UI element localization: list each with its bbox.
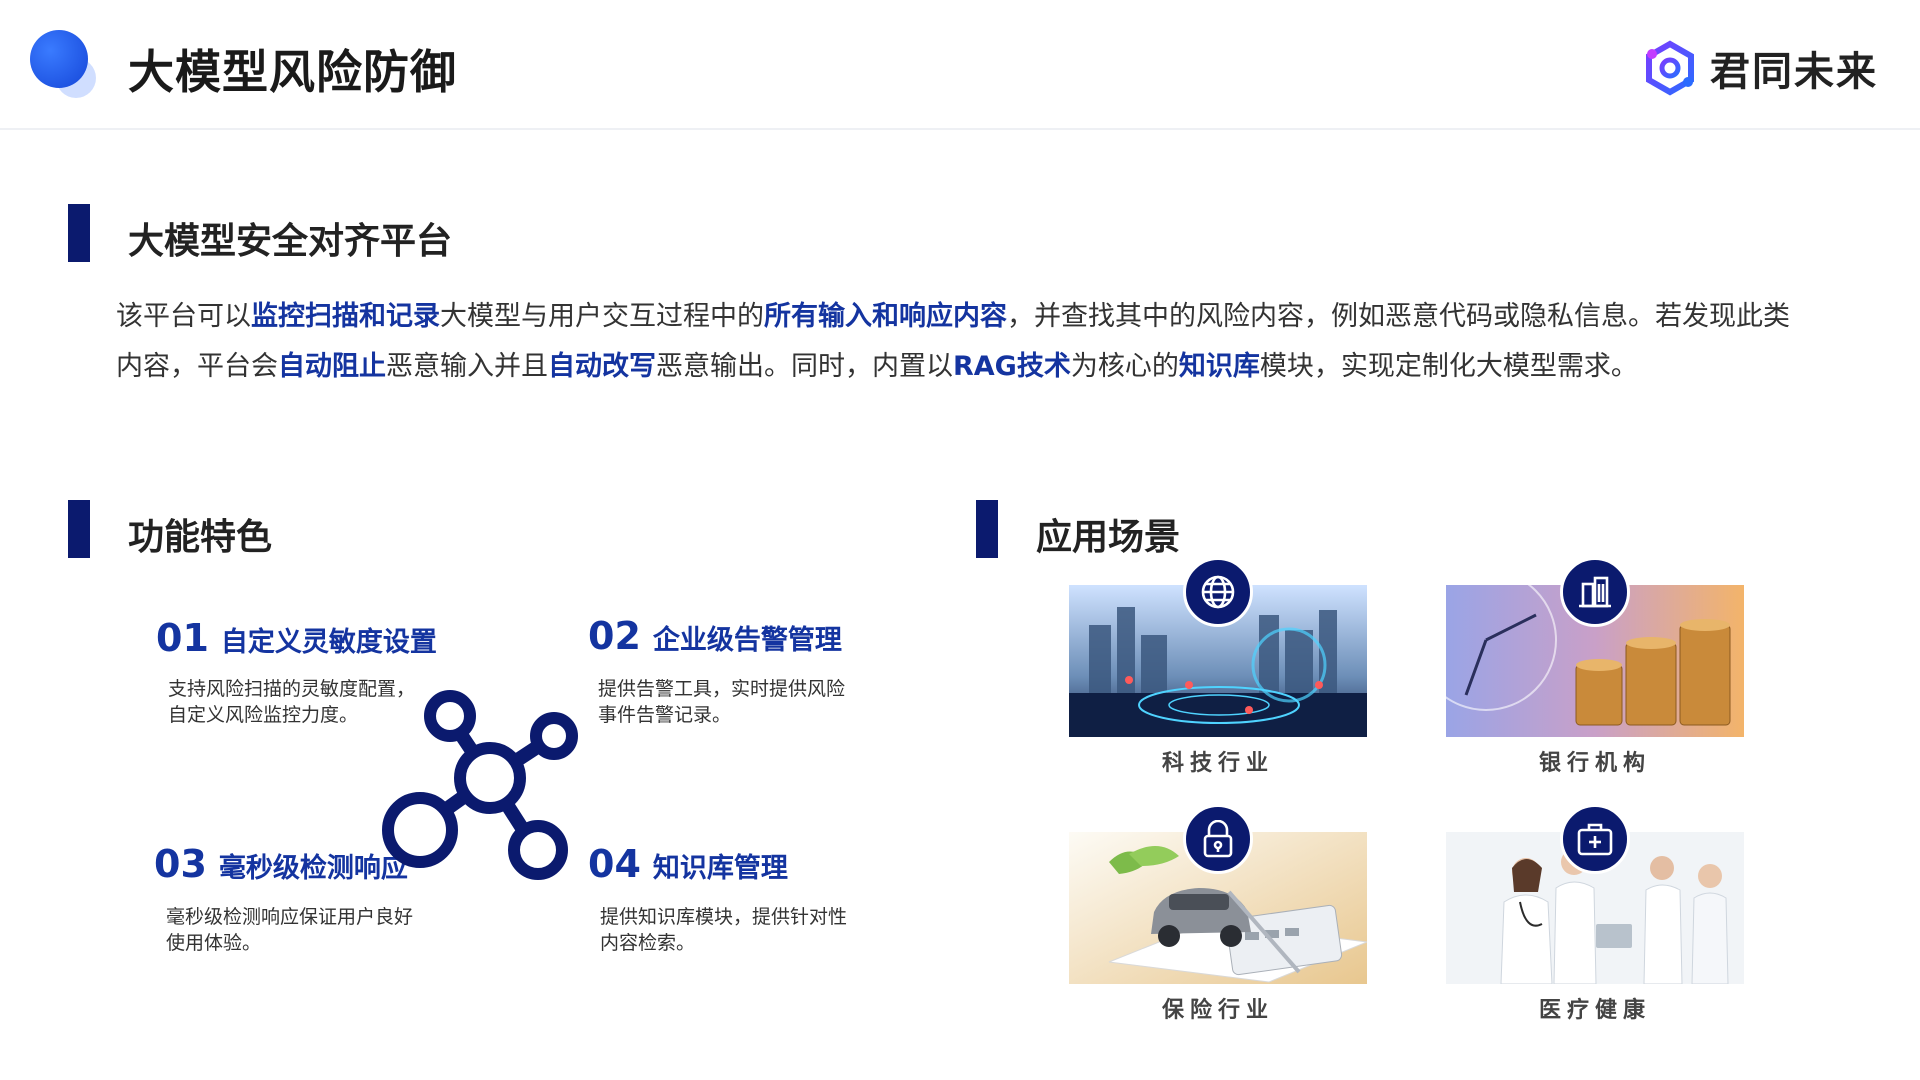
medical-kit-icon (1560, 804, 1630, 874)
scenario-card-bank: 银行机构 (1446, 557, 1744, 785)
intro-text: 为核心的 (1070, 351, 1179, 382)
intro-text: 恶意输入并且 (386, 351, 548, 382)
feature-item-01: 01 自定义灵敏度设置 (156, 616, 437, 660)
platform-intro: 该平台可以监控扫描和记录大模型与用户交互过程中的所有输入和响应内容，并查找其中的… (116, 292, 1816, 392)
brand-name: 君同未来 (1710, 49, 1878, 95)
header-bar: 大模型风险防御 君同未来 (0, 0, 1920, 130)
feature-item-04: 04 知识库管理 (588, 842, 788, 886)
feature-item-03: 03 毫秒级检测响应 (154, 842, 408, 886)
building-icon (1560, 557, 1630, 627)
feature-name: 企业级告警管理 (652, 625, 842, 656)
intro-highlight: 知识库 (1178, 351, 1260, 382)
scenarios-heading: 应用场景 (1036, 517, 1181, 558)
feature-number: 01 (156, 616, 209, 660)
intro-highlight: 所有输入和响应内容 (764, 301, 1007, 332)
globe-icon (1183, 557, 1253, 627)
platform-heading: 大模型安全对齐平台 (128, 221, 453, 262)
feature-name: 自定义灵敏度设置 (220, 627, 437, 658)
intro-highlight: 监控扫描和记录 (251, 301, 440, 332)
intro-text: 恶意输出。同时，内置以 (656, 351, 953, 382)
scenario-label: 医疗健康 (1538, 998, 1651, 1023)
feature-name: 知识库管理 (652, 853, 788, 884)
brand-mark-icon (1646, 40, 1694, 96)
section-marker (976, 500, 998, 558)
brand-logo: 君同未来 (1642, 40, 1878, 96)
section-marker (68, 500, 90, 558)
decorative-dot-icon (30, 30, 100, 100)
intro-highlight: RAG技术 (953, 351, 1071, 382)
feature-number: 03 (154, 842, 207, 886)
feature-item-02: 02 企业级告警管理 (588, 614, 842, 658)
feature-desc: 提供告警工具，实时提供风险事件告警记录。 (598, 678, 846, 726)
page-title: 大模型风险防御 (128, 45, 457, 99)
feature-number: 04 (588, 842, 641, 886)
section-marker (68, 204, 90, 262)
features-heading: 功能特色 (128, 517, 273, 558)
scenario-label: 银行机构 (1538, 751, 1651, 776)
intro-highlight: 自动阻止 (278, 351, 386, 382)
intro-text: 大模型与用户交互过程中的 (440, 301, 764, 332)
intro-text: 模块，实现定制化大模型需求。 (1259, 351, 1638, 382)
molecule-network-icon (382, 690, 578, 880)
scenario-card-insurance: 保险行业 (1069, 804, 1367, 1032)
scenario-card-tech: 科技行业 (1069, 557, 1367, 785)
scenario-card-medical: 医疗健康 (1446, 804, 1744, 1032)
scenario-label: 保险行业 (1161, 998, 1274, 1023)
lock-icon (1183, 804, 1253, 874)
feature-desc: 提供知识库模块，提供针对性内容检索。 (600, 906, 848, 954)
feature-desc: 毫秒级检测响应保证用户良好使用体验。 (166, 906, 414, 954)
feature-number: 02 (588, 614, 641, 658)
intro-highlight: 自动改写 (548, 351, 656, 382)
intro-text: 该平台可以 (116, 301, 251, 332)
scenario-label: 科技行业 (1161, 751, 1274, 776)
